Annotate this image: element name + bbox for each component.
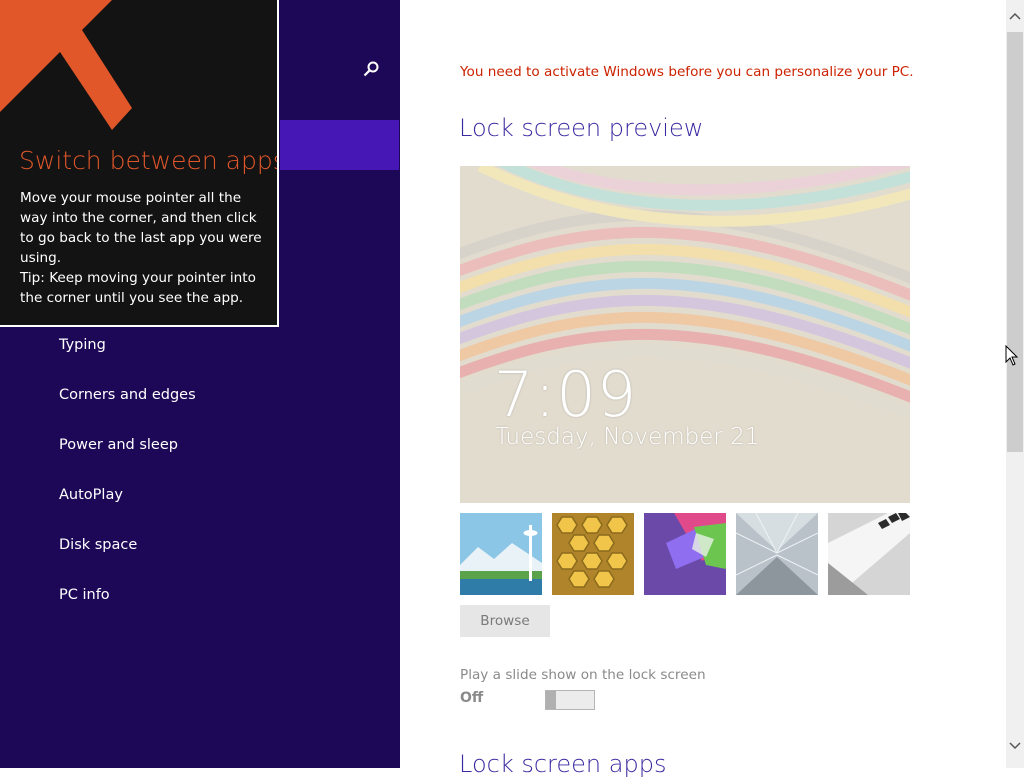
nav-item-typing[interactable]: Typing (59, 332, 196, 382)
thumb-geometric-shapes[interactable] (644, 513, 726, 595)
tip-hint: Tip: Keep moving your pointer into the c… (20, 270, 256, 306)
mouse-cursor-icon (1005, 345, 1019, 366)
background-thumbnails (460, 513, 910, 595)
scroll-thumb[interactable] (1007, 32, 1023, 452)
tip-body: Move your mouse pointer all the way into… (20, 188, 265, 308)
slideshow-state: Off (460, 690, 484, 706)
nav-item-corners-and-edges[interactable]: Corners and edges (59, 382, 196, 432)
thumb-space-needle[interactable] (460, 513, 542, 595)
slideshow-toggle[interactable] (545, 690, 595, 710)
switch-apps-tip: Switch between apps Move your mouse poin… (0, 0, 279, 327)
browse-button[interactable]: Browse (460, 605, 550, 637)
slideshow-label: Play a slide show on the lock screen (460, 667, 706, 683)
lock-screen-preview: 7:09 Tuesday, November 21 (460, 166, 910, 503)
arrow-up-left-icon (0, 0, 132, 130)
thumb-piano-keys[interactable] (828, 513, 910, 595)
chevron-up-icon[interactable] (1006, 8, 1024, 26)
preview-background (460, 166, 910, 503)
search-icon[interactable] (362, 60, 380, 78)
chevron-down-icon[interactable] (1006, 738, 1024, 756)
lock-screen-apps-title: Lock screen apps (459, 750, 667, 778)
nav-item-autoplay[interactable]: AutoPlay (59, 482, 196, 532)
activation-notice: You need to activate Windows before you … (460, 64, 914, 80)
nav-selected-item[interactable] (280, 120, 399, 170)
tip-title: Switch between apps (19, 146, 279, 175)
nav-item-pc-info[interactable]: PC info (59, 582, 196, 632)
lock-screen-preview-title: Lock screen preview (459, 114, 704, 142)
preview-date: Tuesday, November 21 (495, 424, 760, 450)
vertical-scrollbar[interactable] (1006, 0, 1024, 768)
thumb-tunnel[interactable] (736, 513, 818, 595)
nav-item-power-and-sleep[interactable]: Power and sleep (59, 432, 196, 482)
main-content: You need to activate Windows before you … (400, 0, 1006, 778)
toggle-knob (546, 691, 556, 709)
thumb-honeycomb[interactable] (552, 513, 634, 595)
tip-instructions: Move your mouse pointer all the way into… (20, 190, 262, 266)
nav-list: Typing Corners and edges Power and sleep… (59, 332, 196, 632)
nav-item-disk-space[interactable]: Disk space (59, 532, 196, 582)
preview-clock: 7:09 (494, 358, 638, 431)
